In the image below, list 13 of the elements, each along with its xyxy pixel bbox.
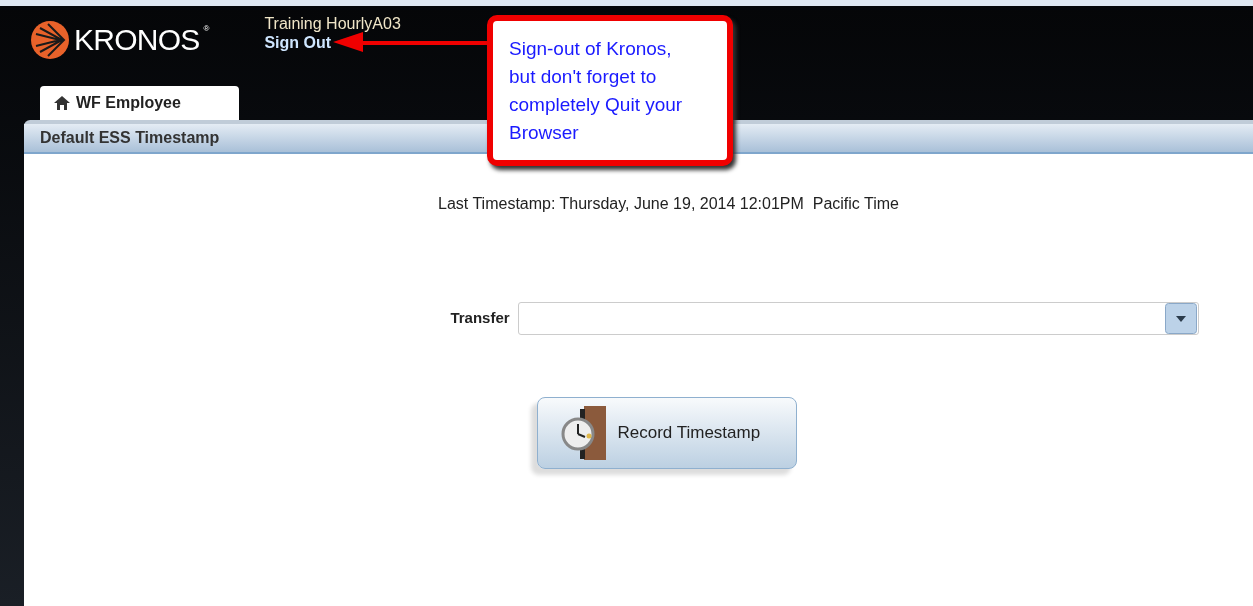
- caret-icon: [1164, 303, 1197, 334]
- last-timestamp: Last Timestamp: Thursday, June 19, 2014 12:01PM Pacific Time: [438, 194, 899, 214]
- record-timestamp-button[interactable]: Record Timestamp: [536, 397, 797, 469]
- tab[interactable]: WF Employee: [40, 86, 239, 120]
- transfer-dropdown[interactable]: [517, 302, 1199, 335]
- callout: Sign-out of Kronos, but don't forget to completely Quit your Browser: [487, 15, 733, 166]
- logo-icon: [30, 20, 70, 60]
- logo-text: KRONOS: [74, 23, 200, 57]
- user-name: Training HourlyA03: [264, 14, 401, 33]
- transfer-label: Transfer: [450, 308, 510, 329]
- sign-out-link[interactable]: Sign Out: [264, 33, 401, 52]
- registered-mark: ®: [203, 24, 210, 34]
- home-icon: [54, 96, 70, 110]
